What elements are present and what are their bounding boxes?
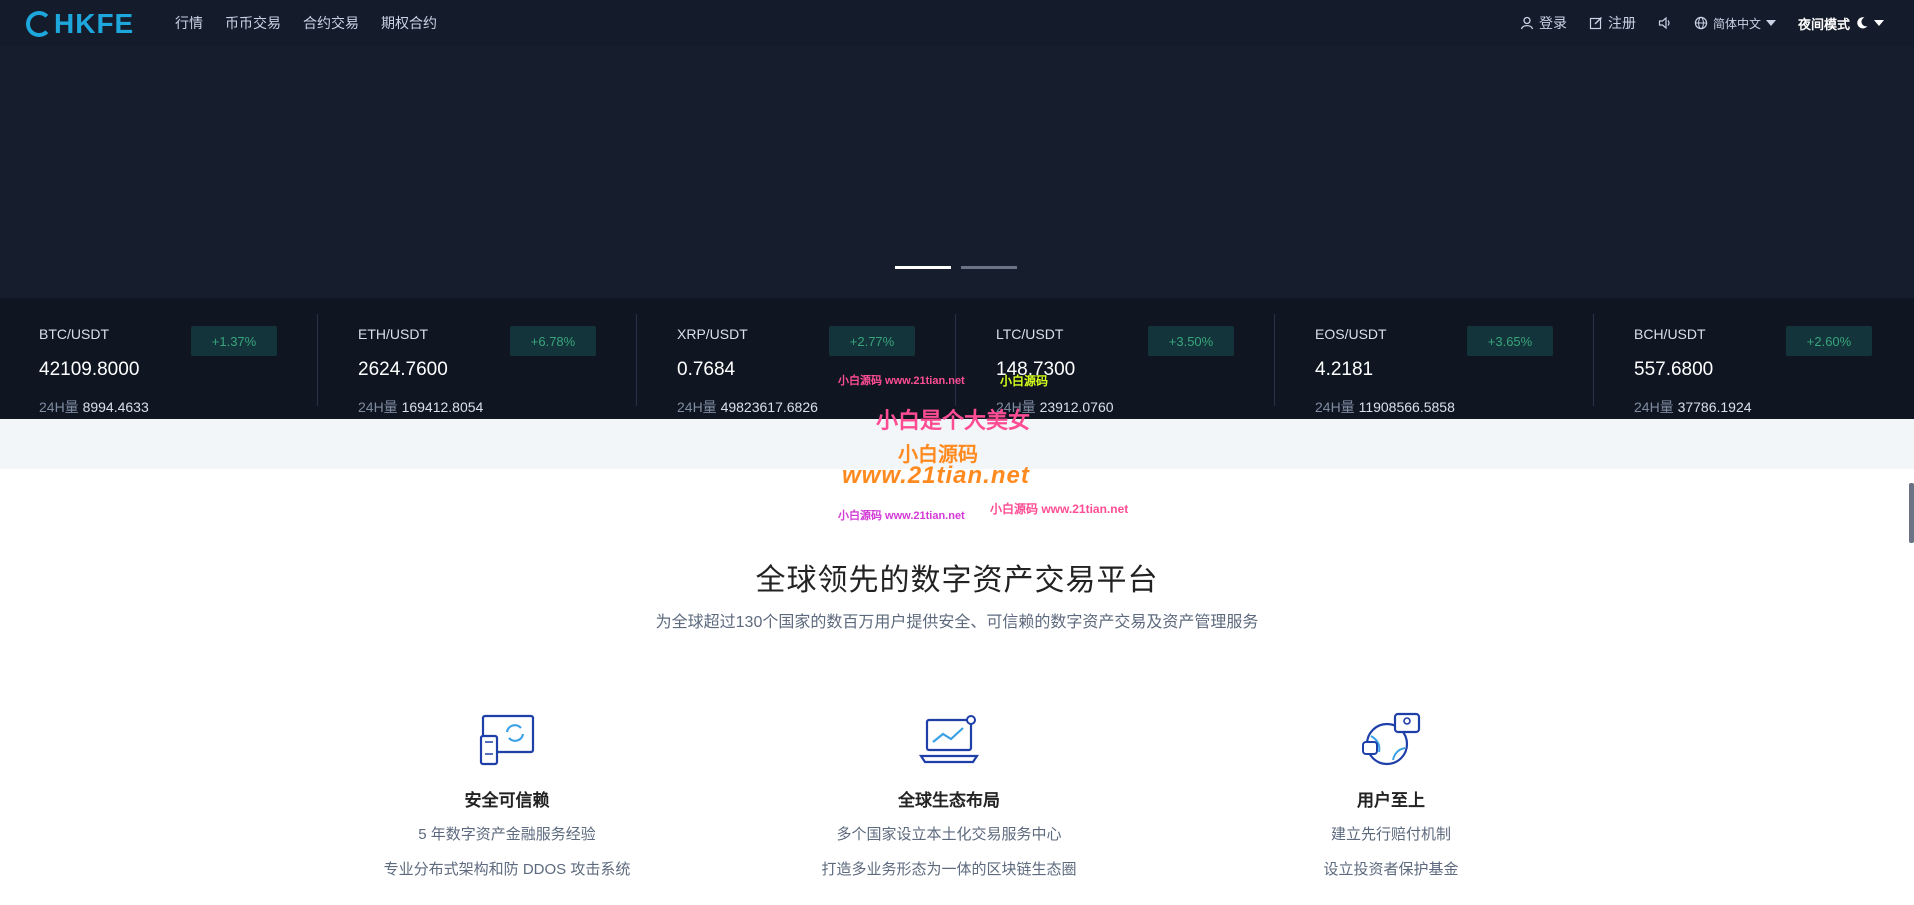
ticker-volume: 24H量 37786.1924 (1634, 397, 1752, 417)
feature-user-first: 用户至上 建立先行赔付机制 设立投资者保护基金 (1211, 712, 1571, 879)
main-menu: 行情 币币交易 合约交易 期权合约 (175, 0, 437, 46)
carousel-dot[interactable] (961, 266, 1017, 269)
ticker-divider (955, 314, 956, 406)
ticker-price: 4.2181 (1315, 359, 1374, 380)
volume-label: 24H量 (39, 399, 79, 415)
nav-item-spot-trading[interactable]: 币币交易 (225, 13, 281, 33)
volume-label: 24H量 (677, 399, 717, 415)
feature-security: 安全可信赖 5 年数字资产金融服务经验 专业分布式架构和防 DDOS 攻击系统 (327, 712, 687, 879)
edit-icon (1589, 17, 1602, 30)
market-ticker: BTC/USDT +1.37% 42109.8000 24H量 8994.463… (0, 298, 1914, 419)
page-subtitle: 为全球超过130个国家的数百万用户提供安全、可信赖的数字资产交易及资产管理服务 (655, 614, 1259, 631)
ticker-volume: 24H量 49823617.6826 (677, 397, 818, 417)
volume-value: 23912.0760 (1039, 399, 1114, 415)
watermark-text: 小白是个大美女 (876, 408, 1031, 433)
feature-title: 用户至上 (1357, 791, 1425, 810)
brand-logo[interactable]: HKFE (26, 8, 135, 39)
logo-text: HKFE (54, 8, 135, 39)
ticker-divider (317, 314, 318, 406)
hero-banner (0, 46, 1914, 298)
ticker-volume: 24H量 169412.8054 (358, 397, 483, 417)
ticker-divider (1593, 314, 1594, 406)
change-badge: +2.60% (1786, 326, 1872, 356)
night-mode-label: 夜间模式 (1797, 16, 1850, 32)
ticker-pair: BCH/USDT (1634, 326, 1706, 342)
ticker-price: 557.6800 (1634, 359, 1714, 380)
ticker-pair: BTC/USDT (39, 326, 109, 342)
laptop-chart-icon (918, 715, 980, 764)
ticker-pair: LTC/USDT (996, 326, 1064, 342)
login-label: 登录 (1538, 15, 1567, 31)
top-navigation: HKFE 行情 币币交易 合约交易 期权合约 登录 注册 简体中文 夜间模式 (0, 0, 1914, 46)
volume-value: 49823617.6826 (720, 399, 818, 415)
change-badge: +3.50% (1148, 326, 1234, 356)
feature-title: 安全可信赖 (464, 791, 550, 810)
ticker-volume: 24H量 11908566.5858 (1315, 397, 1455, 417)
ticker-price: 42109.8000 (39, 359, 140, 380)
feature-global-ecosystem: 全球生态布局 多个国家设立本土化交易服务中心 打造多业务形态为一体的区块链生态圈 (769, 712, 1129, 879)
night-mode-toggle[interactable]: 夜间模式 (1798, 14, 1884, 33)
user-icon (1520, 16, 1534, 30)
register-link[interactable]: 注册 (1589, 13, 1636, 33)
ticker-pair: XRP/USDT (677, 326, 748, 342)
moon-icon (1857, 17, 1868, 29)
scrollbar-thumb[interactable] (1909, 483, 1914, 543)
ticker-item-ltc[interactable]: LTC/USDT +3.50% 148.7300 24H量 23912.0760 (996, 310, 1286, 415)
volume-value: 11908566.5858 (1358, 399, 1455, 415)
change-badge: +3.65% (1467, 326, 1553, 356)
volume-label: 24H量 (1634, 399, 1674, 415)
carousel-dot-active[interactable] (895, 266, 951, 269)
user-menu: 登录 注册 简体中文 夜间模式 (1520, 0, 1884, 46)
nav-item-options-contract[interactable]: 期权合约 (381, 13, 437, 33)
feature-text: 打造多业务形态为一体的区块链生态圈 (821, 861, 1077, 878)
volume-value: 37786.1924 (1677, 399, 1752, 415)
register-label: 注册 (1607, 15, 1636, 31)
sound-toggle[interactable] (1658, 16, 1672, 30)
feature-title: 全球生态布局 (898, 791, 1000, 810)
change-badge: +6.78% (510, 326, 596, 356)
feature-text: 多个国家设立本土化交易服务中心 (836, 826, 1062, 843)
feature-text: 设立投资者保护基金 (1323, 861, 1459, 878)
volume-label: 24H量 (358, 399, 398, 415)
volume-label: 24H量 (1315, 399, 1355, 415)
change-badge: +2.77% (829, 326, 915, 356)
device-sync-icon (479, 714, 535, 766)
ticker-divider (636, 314, 637, 406)
page-title: 全球领先的数字资产交易平台 (755, 564, 1159, 597)
logo-mark-icon (26, 11, 52, 37)
speaker-icon (1658, 16, 1670, 30)
chevron-down-icon (1765, 20, 1776, 26)
watermark-small-text: 小白源码 www.21tian.net (990, 502, 1129, 516)
ticker-price: 0.7684 (677, 359, 736, 380)
feature-text: 5 年数字资产金融服务经验 (418, 826, 596, 843)
language-label: 简体中文 (1712, 16, 1761, 31)
ticker-volume: 24H量 8994.4633 (39, 397, 149, 417)
chevron-down-icon (1874, 20, 1884, 26)
ticker-pair: ETH/USDT (358, 326, 428, 342)
ticker-item-bch[interactable]: BCH/USDT +2.60% 557.6800 24H量 37786.1924 (1634, 310, 1914, 415)
globe-icon (1694, 16, 1708, 30)
watermark-small-text: 小白源码 www.21tian.net (838, 510, 965, 522)
volume-value: 8994.4633 (82, 399, 149, 415)
ticker-item-btc[interactable]: BTC/USDT +1.37% 42109.8000 24H量 8994.463… (39, 310, 329, 415)
login-link[interactable]: 登录 (1520, 13, 1567, 33)
watermark-small-text: 小白源码 (1000, 374, 1049, 388)
watermark-small-text: 小白源码 www.21tian.net (838, 375, 965, 387)
globe-chat-icon (1362, 712, 1421, 766)
feature-text: 建立先行赔付机制 (1330, 826, 1451, 843)
ticker-item-eos[interactable]: EOS/USDT +3.65% 4.2181 24H量 11908566.585… (1315, 310, 1605, 415)
ticker-item-eth[interactable]: ETH/USDT +6.78% 2624.7600 24H量 169412.80… (358, 310, 648, 415)
nav-item-market[interactable]: 行情 (175, 13, 203, 33)
ticker-divider (1274, 314, 1275, 406)
change-badge: +1.37% (191, 326, 277, 356)
language-selector[interactable]: 简体中文 (1694, 15, 1776, 32)
ticker-item-xrp[interactable]: XRP/USDT +2.77% 0.7684 24H量 49823617.682… (677, 310, 967, 415)
ticker-pair: EOS/USDT (1315, 326, 1387, 342)
nav-item-contract-trading[interactable]: 合约交易 (303, 13, 359, 33)
feature-text: 专业分布式架构和防 DDOS 攻击系统 (383, 861, 631, 878)
ticker-price: 2624.7600 (358, 359, 448, 380)
volume-value: 169412.8054 (401, 399, 484, 415)
watermark-url: www.21tian.net (842, 462, 1030, 489)
